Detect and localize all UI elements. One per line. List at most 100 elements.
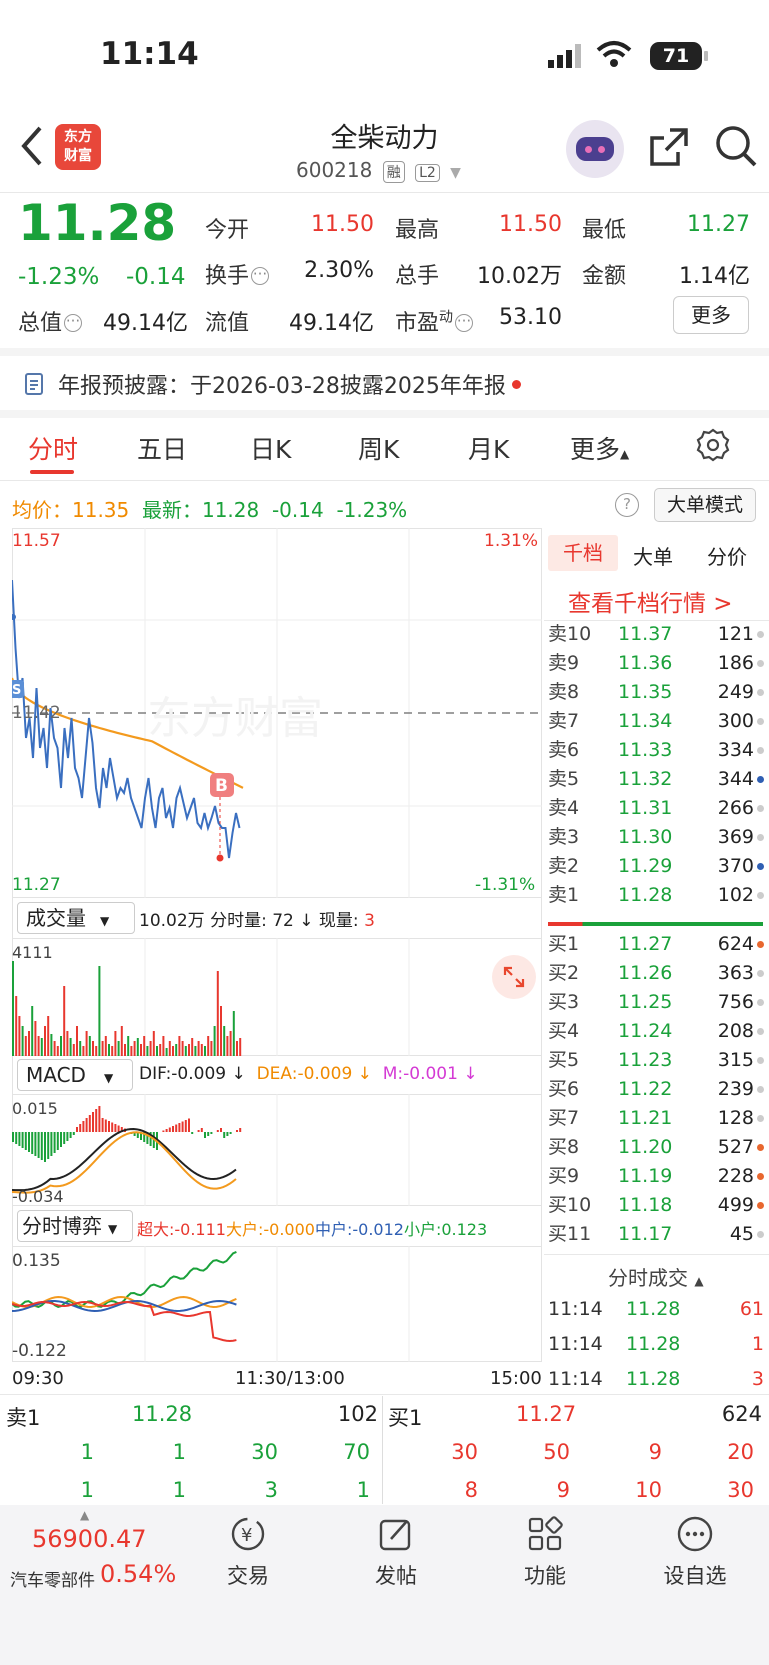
nav-functions[interactable]: 功能 [505,1514,585,1590]
volume-bar [104,1036,107,1056]
annual-report-notice[interactable]: 年报预披露：于2026-03-28披露2025年年报 [58,368,521,400]
trades-list: 11:14 11.28 61 11:14 11.28 1 11:14 11.28 3 [548,1292,764,1397]
volume-bar [159,1044,162,1056]
expand-icon[interactable] [492,955,536,999]
volume-bar [117,1041,120,1056]
ob-tab-big-order[interactable]: 大单 [633,541,673,570]
volume-bar [69,1038,72,1056]
pe-value: 53.10 [499,305,562,330]
volume-chart: 4111 [12,938,542,1056]
search-icon[interactable] [714,124,758,172]
sell-marker: S [12,683,21,698]
stock-code-row[interactable]: 600218 融 L2 ▼ [296,158,461,183]
macd-bar [85,1118,88,1132]
float-label: 流值 [205,311,250,336]
ob-tab-price[interactable]: 分价 [707,541,747,570]
time-end: 15:00 [490,1368,542,1389]
settings-icon[interactable] [696,428,730,466]
volume-bar [79,1041,82,1056]
queue-sell-label: 卖1 [6,1406,41,1430]
volume-bar [76,1026,78,1056]
tab-daily-k[interactable]: 日K [250,430,291,466]
tab-more[interactable]: 更多▲ [570,430,629,466]
bid-row: 买7 11.21 128 [548,1104,764,1133]
volume-bar [82,1046,85,1056]
change-percent: -1.23% [18,264,100,290]
volume-bar [143,1036,146,1056]
ask-row: 卖1 11.28 102 [548,881,764,910]
volume-bar [172,1046,174,1056]
volume-bar [191,1038,194,1056]
volume-bar [24,1036,27,1056]
volume-bar [197,1041,200,1056]
view-depth-link[interactable]: 查看千档行情 > [568,584,733,618]
queue-buy-price: 11.27 [516,1402,577,1426]
macd-bar [216,1130,219,1132]
volume-bar [72,1044,75,1056]
volume-selector[interactable]: 成交量 ▼ [17,902,135,934]
macd-bar [21,1132,24,1148]
ask-list: 卖10 11.37 121 卖9 11.36 186 卖8 11.35 249 卖7 11.34 30… [548,620,764,910]
macd-bar [44,1132,46,1162]
game-selector[interactable]: 分时博弈 ▼ [17,1210,133,1242]
ask-row: 卖7 11.34 300 [548,707,764,736]
nav-trade[interactable]: ¥ 交易 [208,1514,288,1590]
more-button[interactable]: 更多 [673,296,749,334]
turnover-value: 2.30% [304,258,374,283]
volume-bar [152,1031,155,1056]
macd-bar [200,1128,203,1132]
volume-bar [207,1036,210,1056]
macd-bar [72,1132,75,1135]
volume-bar [92,1041,94,1056]
macd-bar [82,1121,85,1132]
wifi-icon [596,40,632,72]
status-time: 11:14 [100,36,199,72]
chevron-down-icon: ▼ [450,165,461,181]
volume-bar [156,1046,158,1056]
nav-add-watchlist[interactable]: 设自选 [650,1514,740,1590]
amount-value: 1.14亿 [679,264,750,289]
macd-bar [191,1132,194,1134]
volume-bar [194,1046,197,1056]
up-arrow-icon: ▲ [80,1508,90,1522]
intraday-chart[interactable]: 东方财富 S B 11.57 11.27 11.42 1.31% -1.31% [12,528,542,898]
divider [0,410,769,418]
tab-intraday[interactable]: 分时 [28,430,78,466]
bid-row: 买6 11.22 239 [548,1075,764,1104]
volume-bar [34,1021,37,1056]
macd-bar [12,1132,14,1142]
tab-five-day[interactable]: 五日 [137,430,187,466]
chart-watermark: 东方财富 [147,693,323,744]
big-order-mode-button[interactable]: 大单模式 [654,488,756,522]
macd-selector[interactable]: MACD ▼ [17,1059,133,1091]
nav-post[interactable]: 发帖 [356,1514,436,1590]
macd-bar [204,1132,206,1138]
macd-bar [15,1132,18,1144]
index-value[interactable]: 56900.47 [32,1525,147,1553]
volume-bar [130,1046,133,1056]
robot-avatar-icon[interactable] [566,120,624,178]
bid-row: 买8 11.20 527 [548,1133,764,1162]
bid-row: 买9 11.19 228 [548,1162,764,1191]
macd-bar [47,1132,50,1159]
share-icon[interactable] [648,126,690,172]
queue-buy-vol: 624 [721,1402,762,1426]
ob-tab-thousand[interactable]: 千档 [548,535,618,571]
bid-list: 买1 11.27 624 买2 11.26 363 买3 11.25 756 买4 11.24 208… [548,930,764,1249]
help-icon[interactable]: ? [615,493,639,517]
macd-top: 0.015 [12,1099,58,1118]
open-value: 11.50 [311,212,374,237]
tab-weekly-k[interactable]: 周K [358,430,399,466]
macd-bar [220,1128,222,1132]
ask-row: 卖6 11.33 334 [548,736,764,765]
queue-sell-cell: 70 [343,1440,370,1464]
trades-header[interactable]: 分时成交 ▲ [608,1262,704,1291]
bid-row: 买3 11.25 756 [548,988,764,1017]
battery-tip [704,51,708,61]
battery-indicator: 71 [650,42,702,70]
volume-bar [213,1026,216,1056]
ask-row: 卖4 11.31 266 [548,794,764,823]
tab-monthly-k[interactable]: 月K [468,430,509,466]
queue-sell-price: 11.28 [132,1402,193,1426]
queue-buy-cell: 9 [648,1440,662,1464]
